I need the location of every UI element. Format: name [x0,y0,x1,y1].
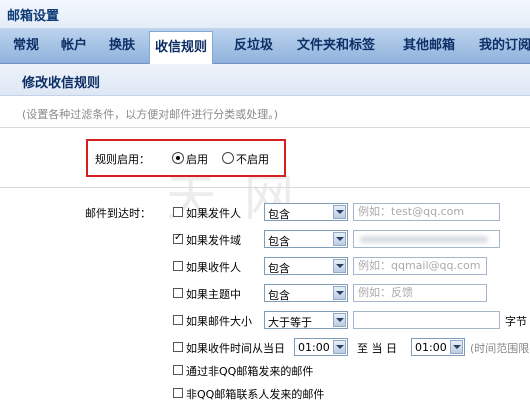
recipient-input[interactable]: 例如：qqmail@qq.com [353,257,487,275]
tab-general[interactable]: 常规 [13,29,39,63]
divider [0,187,530,188]
window-title: 邮箱设置 [7,9,60,24]
chevron-down-icon [333,259,346,273]
tab-folders-labels[interactable]: 文件夹和标签 [297,29,375,63]
radio-disable[interactable] [222,152,234,164]
tab-bar: 常规 帐户 换肤 收信规则 反垃圾 文件夹和标签 其他邮箱 我的订阅 [0,29,530,67]
size-input[interactable] [353,311,500,329]
chevron-down-icon [333,286,346,300]
tab-receive-rules[interactable]: 收信规则 [149,31,214,67]
chevron-down-icon [333,232,346,246]
conditions-label: 邮件到达时： [85,207,151,220]
time-to-select[interactable]: 01:00 [411,338,465,356]
size-checkbox[interactable] [173,315,183,325]
tab-skin[interactable]: 换肤 [109,29,135,63]
sender-label: 如果发件人 [186,207,241,220]
sender-operator-select[interactable]: 包含 [264,203,348,221]
time-to-label: 至 当 日 [357,342,397,355]
rule-enable-label: 规则启用： [95,153,150,166]
sender-domain-input[interactable] [353,230,500,248]
section-title: 修改收信规则 [22,76,101,91]
check-icon: ✓ [174,232,183,243]
recipient-checkbox[interactable] [173,261,183,271]
non-contact-sender-label: 非QQ邮箱联系人发来的邮件 [186,388,325,401]
tab-other-mailbox[interactable]: 其他邮箱 [403,29,455,63]
time-checkbox[interactable] [173,342,183,352]
recipient-label: 如果收件人 [186,261,241,274]
tab-subscriptions[interactable]: 我的订阅 [479,29,530,63]
radio-disable-label: 不启用 [236,153,269,166]
chevron-down-icon [333,205,346,219]
subject-checkbox[interactable] [173,288,183,298]
tab-account[interactable]: 帐户 [61,29,87,63]
time-from-select[interactable]: 01:00 [294,338,348,356]
sender-input[interactable]: 例如：test@qq.com [353,203,500,221]
sender-checkbox[interactable] [173,207,183,217]
chevron-down-icon [333,313,346,327]
non-qq-sender-checkbox[interactable] [173,365,183,375]
subject-input[interactable]: 例如：反馈 [353,284,487,302]
radio-enable-label: 启用 [186,153,208,166]
section-description: (设置各种过滤条件，以方便对邮件进行分类或处理。) [22,108,279,121]
obscured-value [360,236,488,243]
non-contact-sender-checkbox[interactable] [173,388,183,398]
size-label: 如果邮件大小 [186,315,252,328]
chevron-down-icon [333,340,346,354]
non-qq-sender-label: 通过非QQ邮箱发来的邮件 [186,365,314,378]
size-unit: 字节 [505,315,527,328]
sender-domain-label: 如果发件域 [186,234,241,247]
chevron-down-icon [450,340,463,354]
time-range-note: (时间范围限 [470,342,530,355]
size-operator-select[interactable]: 大于等于 [264,311,348,329]
radio-enable[interactable] [172,152,184,164]
time-label: 如果收件时间从当日 [186,342,285,355]
subject-label: 如果主题中 [186,288,241,301]
divider [0,127,530,128]
section-header: 修改收信规则 [0,64,530,96]
tab-anti-spam[interactable]: 反垃圾 [234,29,273,63]
sender-domain-checkbox[interactable]: ✓ [173,232,183,244]
sender-domain-operator-select[interactable]: 包含 [264,230,348,248]
subject-operator-select[interactable]: 包含 [264,284,348,302]
title-bar: 邮箱设置 [0,0,530,29]
recipient-operator-select[interactable]: 包含 [264,257,348,275]
